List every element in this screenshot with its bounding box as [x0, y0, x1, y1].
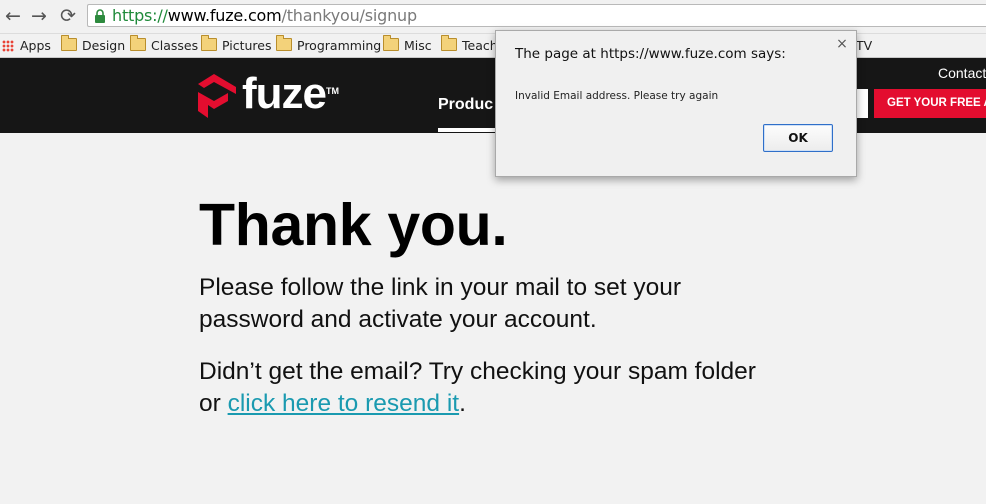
logo-text[interactable]: fuze	[242, 66, 327, 122]
reload-icon[interactable]: ⟳	[58, 6, 78, 26]
url-host: www.fuze.com	[167, 6, 282, 25]
close-icon[interactable]: ×	[836, 37, 848, 51]
back-icon[interactable]: ←	[3, 6, 23, 26]
instruction-paragraph: Please follow the link in your mail to s…	[199, 274, 682, 333]
fuze-logo-icon[interactable]	[198, 74, 236, 118]
address-bar[interactable]: https://www.fuze.com/thankyou/signup	[87, 4, 986, 27]
alert-dialog: The page at https://www.fuze.com says: ×…	[495, 30, 857, 177]
resend-paragraph: Didn’t get the email? Try checking your …	[199, 356, 759, 420]
folder-icon	[201, 35, 217, 51]
bookmark-design[interactable]: Design	[61, 35, 126, 54]
folder-icon	[130, 35, 146, 51]
bookmark-label: Pictures	[222, 38, 272, 53]
bookmark-apps[interactable]: Apps	[2, 37, 51, 54]
browser-toolbar: ← → ⟳ https://www.fuze.com/thankyou/sign…	[0, 0, 986, 34]
folder-icon	[441, 35, 457, 51]
logo-trademark: TM	[326, 86, 339, 96]
bookmark-classes[interactable]: Classes	[130, 35, 199, 54]
url-path: /thankyou/signup	[281, 6, 418, 25]
nav-active-indicator	[438, 128, 498, 132]
resend-suffix-text: .	[459, 390, 466, 417]
bookmark-label: Classes	[151, 38, 199, 53]
bookmark-overflow-label[interactable]: TV	[856, 37, 872, 54]
page-title: Thank you.	[199, 192, 508, 258]
bookmark-label: Apps	[20, 38, 51, 53]
ok-button[interactable]: OK	[763, 124, 833, 152]
bookmark-misc[interactable]: Misc	[383, 35, 432, 54]
dialog-message: Invalid Email address. Please try again	[515, 90, 719, 102]
dialog-title: The page at https://www.fuze.com says:	[515, 46, 786, 62]
folder-icon	[383, 35, 399, 51]
folder-icon	[61, 35, 77, 51]
bookmark-programming[interactable]: Programming	[276, 35, 382, 54]
folder-icon	[276, 35, 292, 51]
apps-grid-icon	[2, 40, 14, 52]
nav-products[interactable]: Produc	[438, 96, 493, 114]
url-scheme: https://	[112, 6, 168, 25]
bookmark-pictures[interactable]: Pictures	[201, 35, 272, 54]
lock-icon	[95, 9, 105, 23]
bookmark-label: Misc	[404, 38, 432, 53]
bookmark-teachi[interactable]: Teachi	[441, 35, 501, 54]
get-free-account-button[interactable]: GET YOUR FREE A	[874, 89, 986, 118]
nav-contact[interactable]: Contact	[938, 65, 986, 81]
resend-link[interactable]: click here to resend it	[228, 390, 460, 417]
thank-you-content: Thank you. Please follow the link in you…	[199, 190, 759, 417]
bookmark-label: Design	[82, 38, 126, 53]
forward-icon[interactable]: →	[29, 6, 49, 26]
url-text: https://www.fuze.com/thankyou/signup	[112, 7, 417, 25]
bookmark-label: Programming	[297, 38, 382, 53]
